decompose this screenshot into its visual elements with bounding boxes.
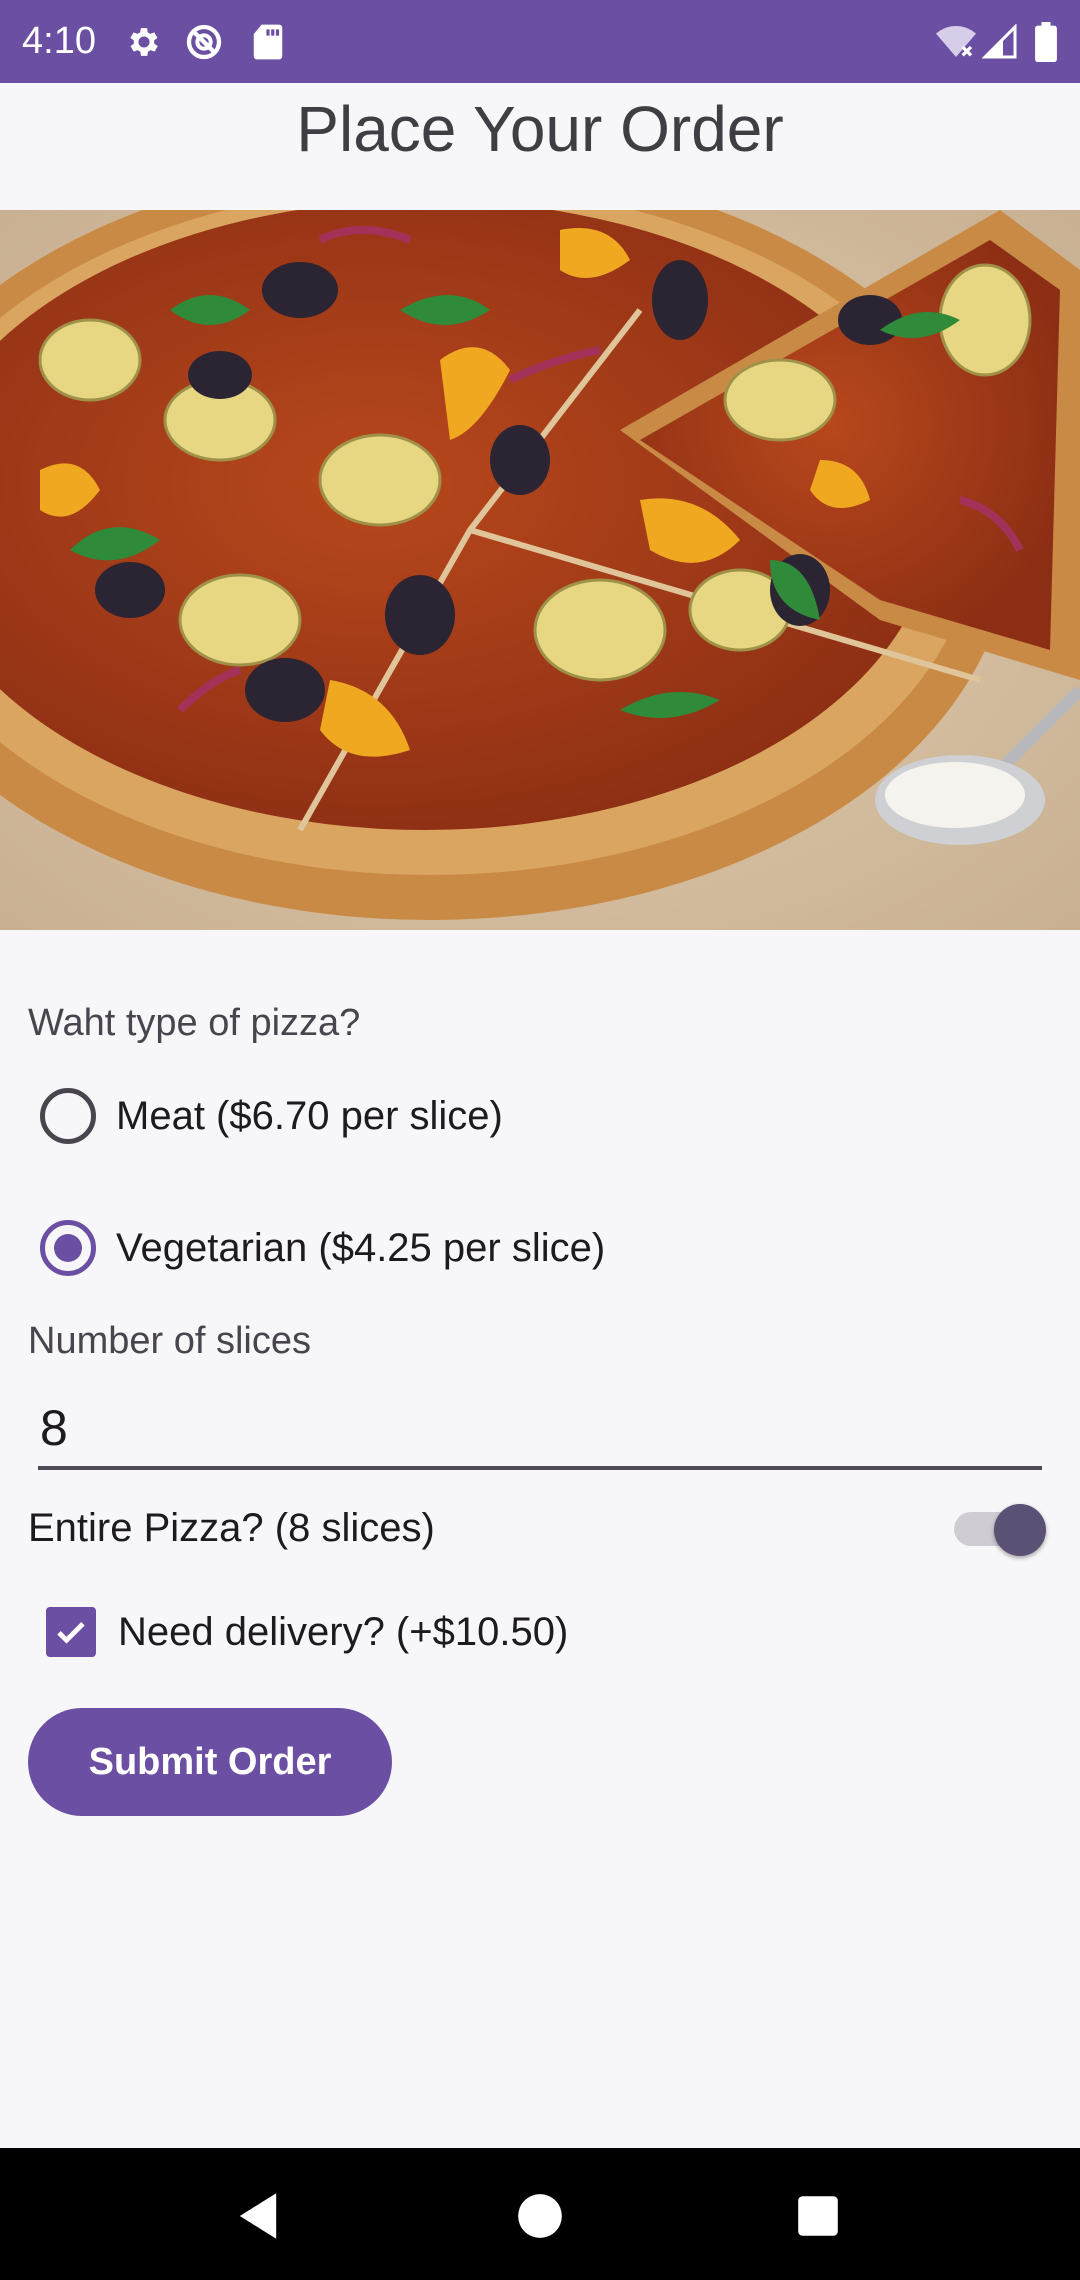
delivery-checkbox[interactable]	[46, 1607, 96, 1657]
slices-label: Number of slices	[28, 1320, 311, 1362]
do-not-disturb-icon	[184, 22, 224, 62]
delivery-row[interactable]: Need delivery? (+$10.50)	[46, 1600, 568, 1664]
slices-field[interactable]	[38, 1390, 1042, 1470]
radio-button-selected[interactable]	[40, 1220, 96, 1276]
page-title: Place Your Order	[296, 93, 784, 165]
gear-icon	[124, 22, 164, 62]
pizza-image	[0, 210, 1080, 930]
entire-pizza-label: Entire Pizza? (8 slices)	[28, 1506, 435, 1550]
sd-card-icon	[248, 22, 288, 62]
recents-icon[interactable]	[788, 2186, 848, 2246]
back-icon[interactable]	[228, 2186, 288, 2246]
cell-signal-icon	[980, 22, 1020, 62]
radio-vegetarian[interactable]: Vegetarian ($4.25 per slice)	[40, 1216, 605, 1280]
pizza-type-label: Waht type of pizza?	[28, 1002, 361, 1044]
home-icon[interactable]	[510, 2186, 570, 2246]
switch-thumb[interactable]	[994, 1504, 1046, 1556]
navigation-bar	[0, 2148, 1080, 2280]
radio-vegetarian-label: Vegetarian ($4.25 per slice)	[116, 1225, 606, 1270]
slices-input[interactable]	[38, 1390, 1042, 1466]
status-time: 4:10	[22, 20, 96, 62]
wifi-off-icon	[936, 22, 976, 62]
radio-meat-label: Meat ($6.70 per slice)	[116, 1093, 503, 1138]
battery-icon	[1026, 22, 1066, 62]
entire-pizza-switch[interactable]	[954, 1504, 1046, 1556]
radio-meat[interactable]: Meat ($6.70 per slice)	[40, 1084, 503, 1148]
checkmark-icon	[57, 1622, 85, 1644]
status-bar: 4:10	[0, 0, 1080, 83]
delivery-label: Need delivery? (+$10.50)	[118, 1609, 569, 1654]
submit-order-button[interactable]: Submit Order	[28, 1708, 392, 1816]
radio-dot	[54, 1234, 82, 1262]
radio-button-unselected[interactable]	[40, 1088, 96, 1144]
